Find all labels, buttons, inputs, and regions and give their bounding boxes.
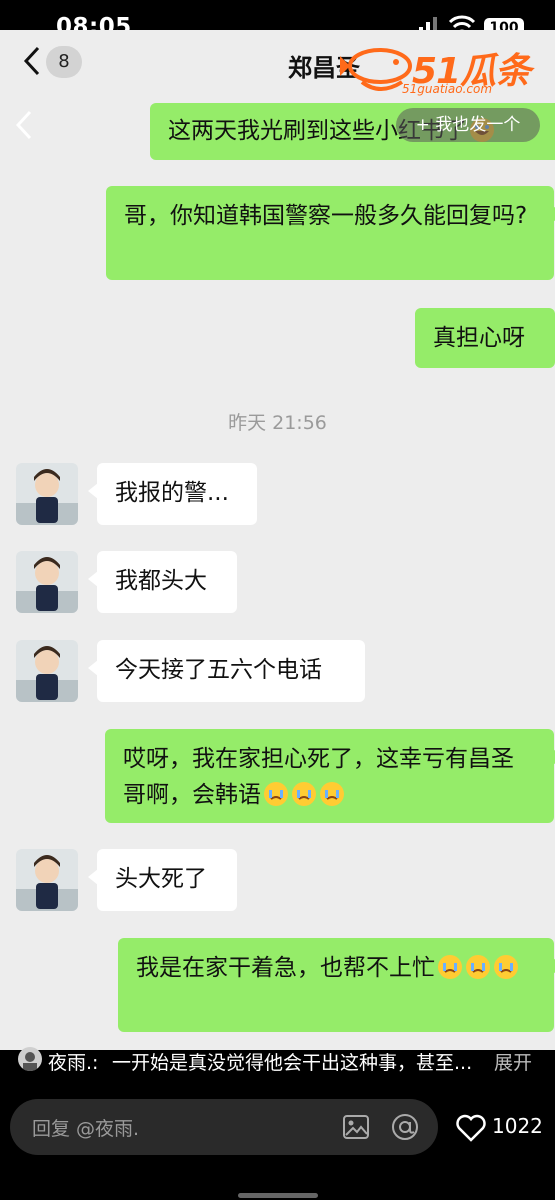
chevron-left-icon[interactable] [18, 44, 48, 78]
chat-header: 8 郑昌圣 51瓜条 51guatiao.com [0, 30, 555, 96]
message-text: 我报的警... [115, 480, 229, 506]
avatar-image [16, 463, 78, 525]
cry-emoji-icon [494, 955, 518, 979]
message-timestamp: 昨天 21:56 [228, 412, 327, 434]
message-bubble-received[interactable]: 我都头大 [88, 551, 237, 613]
cry-emoji-icon [438, 955, 462, 979]
message-bubble-sent[interactable]: 哥，你知道韩国警察一般多久能回复吗? [106, 186, 555, 280]
image-icon[interactable] [342, 1113, 370, 1141]
cry-emoji-icon [320, 782, 344, 806]
heart-icon[interactable] [455, 1113, 487, 1143]
avatar-image [16, 849, 78, 911]
watermark-url: 51guatiao.com [402, 82, 493, 96]
reply-placeholder: 回复 @夜雨. [32, 1118, 140, 1140]
like-count: 1022 [492, 1114, 543, 1138]
contact-avatar[interactable] [16, 640, 78, 702]
avatar-image [18, 1047, 42, 1071]
cry-emoji-icon [466, 955, 490, 979]
message-bubble-sent[interactable]: 哎呀，我在家担心死了，这幸亏有昌圣哥啊，会韩语 [105, 729, 555, 823]
commenter-avatar[interactable] [18, 1047, 42, 1071]
contact-avatar[interactable] [16, 849, 78, 911]
unread-count-badge: 8 [46, 46, 82, 78]
message-bubble-received[interactable]: 我报的警... [88, 463, 257, 525]
cry-emoji-icon [292, 782, 316, 806]
message-text: 真担心呀 [433, 325, 525, 351]
message-text: 头大死了 [115, 866, 207, 892]
message-text: 我都头大 [115, 568, 207, 594]
message-bubble-sent[interactable]: 我是在家干着急，也帮不上忙 [118, 938, 555, 1032]
post-button[interactable]: + 我也发一个 [396, 108, 540, 142]
message-text: 今天接了五六个电话 [115, 657, 322, 683]
cry-emoji-icon [264, 782, 288, 806]
mention-icon[interactable] [390, 1112, 420, 1142]
message-text: 哥，你知道韩国警察一般多久能回复吗? [124, 203, 528, 229]
message-text: 我是在家干着急，也帮不上忙 [136, 955, 435, 981]
avatar-image [16, 640, 78, 702]
message-bubble-sent[interactable]: 真担心呀 [415, 308, 555, 368]
message-bubble-received[interactable]: 头大死了 [88, 849, 237, 911]
back-arrow-icon[interactable] [10, 108, 38, 142]
comment-text: 一开始是真没觉得他会干出这种事，甚至... [112, 1052, 473, 1074]
message-bubble-received[interactable]: 今天接了五六个电话 [88, 640, 365, 702]
home-indicator [238, 1193, 318, 1198]
comment-author[interactable]: 夜雨.: [48, 1048, 98, 1075]
contact-avatar[interactable] [16, 551, 78, 613]
contact-avatar[interactable] [16, 463, 78, 525]
reply-input[interactable]: 回复 @夜雨. [10, 1099, 438, 1155]
avatar-image [16, 551, 78, 613]
chat-screenshot: 8 郑昌圣 51瓜条 51guatiao.com + 我也发一个 这两天我光刷到… [0, 30, 555, 1050]
expand-comment-link[interactable]: 展开 [494, 1048, 532, 1075]
